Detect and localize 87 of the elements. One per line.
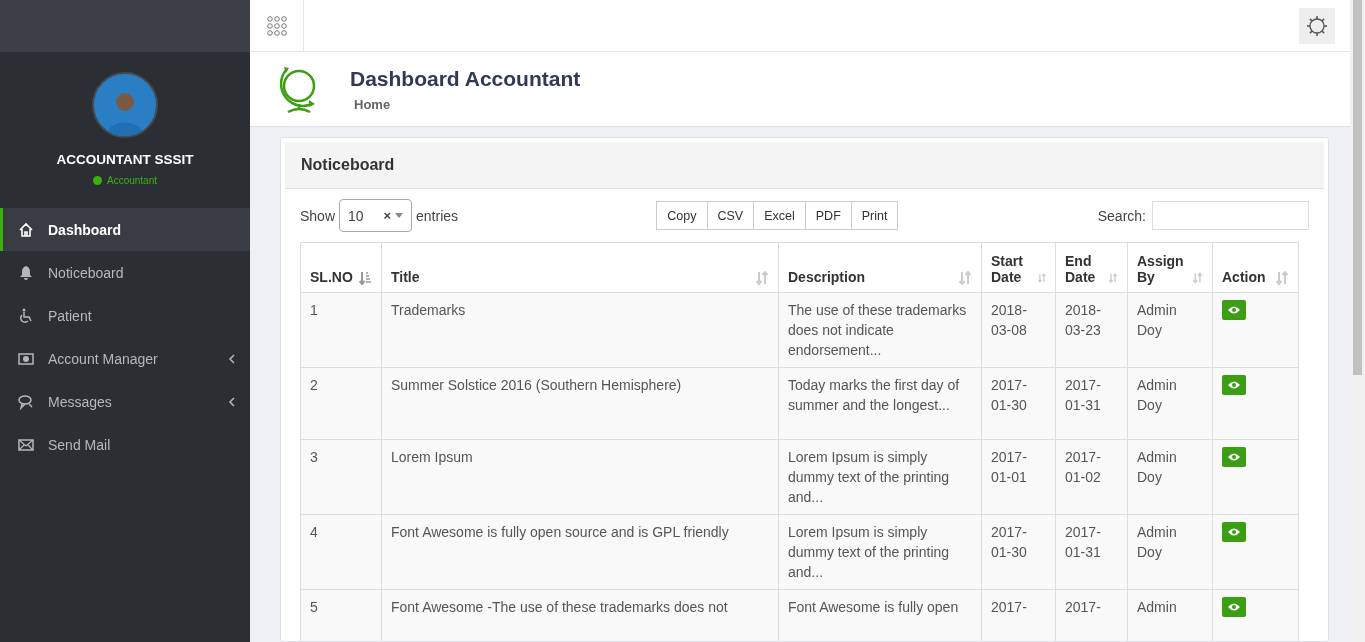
table-cell: 2017-01-30 xyxy=(991,524,1027,560)
search-label: Search: xyxy=(1097,207,1146,224)
table-cell: Admin Doy xyxy=(1137,302,1177,338)
table-cell: 2017- xyxy=(991,599,1027,615)
table-cell: Today marks the first day of summer and the longest... xyxy=(788,377,960,413)
export-button[interactable]: PDF xyxy=(804,201,852,230)
money-icon xyxy=(18,350,34,367)
table-cell: 2 xyxy=(310,377,318,393)
sort-icon[interactable] xyxy=(959,271,972,285)
column-header[interactable]: Action xyxy=(1212,242,1299,293)
view-button[interactable] xyxy=(1222,300,1246,320)
column-header[interactable]: End Date xyxy=(1055,242,1128,293)
table-cell: Font Awesome is fully open xyxy=(788,599,959,615)
sidebar-item[interactable]: Dashboard xyxy=(0,208,250,251)
sidebar-item[interactable]: Send Mail xyxy=(0,423,250,466)
export-button[interactable]: Excel xyxy=(753,201,806,230)
eye-icon xyxy=(1228,381,1240,389)
table-cell: Lorem Ipsum is simply dummy text of the printing and... xyxy=(788,449,950,505)
table-cell: 2017- xyxy=(1065,599,1101,615)
table-cell: Admin xyxy=(1137,599,1177,615)
table-cell: 2018-03-23 xyxy=(1065,302,1101,338)
column-header[interactable]: Assign By xyxy=(1127,242,1213,293)
gear-icon xyxy=(1305,13,1329,38)
table-cell: 2017-01-31 xyxy=(1065,377,1101,413)
table-cell: 3 xyxy=(310,449,318,465)
sidebar-item[interactable]: Messages xyxy=(0,380,250,423)
wheelchair-icon xyxy=(18,307,34,324)
status-dot xyxy=(92,176,102,185)
eye-icon xyxy=(1228,528,1240,536)
sort-icon[interactable] xyxy=(1193,271,1203,285)
column-header[interactable]: SL.NO xyxy=(300,242,382,293)
eye-icon xyxy=(1228,453,1240,461)
export-button[interactable]: Copy xyxy=(656,201,708,230)
export-button[interactable]: CSV xyxy=(706,201,755,230)
table-cell: 2017-01-01 xyxy=(991,449,1027,485)
table-cell: Lorem Ipsum is simply dummy text of the printing and... xyxy=(788,524,950,580)
table-cell: 2018-03-08 xyxy=(991,302,1027,338)
user-name: ACCOUNTANT SSSIT xyxy=(56,152,194,167)
view-button[interactable] xyxy=(1222,597,1246,617)
eye-icon xyxy=(1228,306,1240,314)
eye-icon xyxy=(1228,603,1240,611)
sort-icon[interactable] xyxy=(359,271,372,285)
table-cell: Font Awesome -The use of these trademarks does not xyxy=(391,599,728,615)
apps-grid-icon[interactable] xyxy=(266,15,287,36)
view-button[interactable] xyxy=(1222,522,1246,542)
table-cell: Admin Doy xyxy=(1137,524,1177,560)
sort-icon[interactable] xyxy=(1037,271,1046,285)
mail-icon xyxy=(18,436,34,453)
sidebar-item[interactable]: Account Manager xyxy=(0,337,250,380)
user-role: Accountant xyxy=(106,175,157,186)
table-cell: 2017-01-31 xyxy=(1065,524,1101,560)
sort-icon[interactable] xyxy=(1276,271,1289,285)
table-cell: 2017-01-30 xyxy=(991,377,1027,413)
page-size-select[interactable]: 10 × xyxy=(339,199,413,232)
search-field[interactable] xyxy=(1152,201,1309,230)
table-cell: Font Awesome is fully open source and is GPL friendly xyxy=(391,524,729,540)
table-cell: Lorem Ipsum xyxy=(391,449,473,465)
entries-label: entries xyxy=(416,207,459,224)
view-button[interactable] xyxy=(1222,375,1246,395)
scrollbar[interactable] xyxy=(1350,0,1365,642)
table-cell: Trademarks xyxy=(391,302,466,318)
sort-icon[interactable] xyxy=(756,271,769,285)
sidebar-item[interactable]: Noticeboard xyxy=(0,251,250,294)
chat-icon xyxy=(18,393,34,410)
column-header[interactable]: Start Date xyxy=(981,242,1056,293)
breadcrumb-link[interactable]: Home xyxy=(354,96,581,112)
card-title: Noticeboard xyxy=(285,142,1324,189)
table-cell: Admin Doy xyxy=(1137,449,1177,485)
page-title: Dashboard Accountant xyxy=(350,66,581,91)
sidebar-item[interactable]: Patient xyxy=(0,294,250,337)
export-button[interactable]: Print xyxy=(850,201,899,230)
home-icon xyxy=(18,221,34,238)
sort-icon[interactable] xyxy=(1109,271,1118,285)
table-cell: 2017-01-02 xyxy=(1065,449,1101,485)
view-button[interactable] xyxy=(1222,447,1246,467)
column-header[interactable]: Description xyxy=(778,242,982,293)
bell-icon xyxy=(18,264,34,281)
caret-icon xyxy=(395,213,404,218)
show-label: Show xyxy=(300,207,336,224)
table-cell: Admin Doy xyxy=(1137,377,1177,413)
table-cell: The use of these trademarks does not indicate endorsement... xyxy=(788,302,967,358)
table-cell: 5 xyxy=(310,599,318,615)
table-cell: 1 xyxy=(310,302,318,318)
column-header[interactable]: Title xyxy=(381,242,779,293)
table-cell: 4 xyxy=(310,524,318,540)
settings-button[interactable] xyxy=(1299,7,1335,44)
table-cell: Summer Solstice 2016 (Southern Hemisphere) xyxy=(391,377,682,393)
